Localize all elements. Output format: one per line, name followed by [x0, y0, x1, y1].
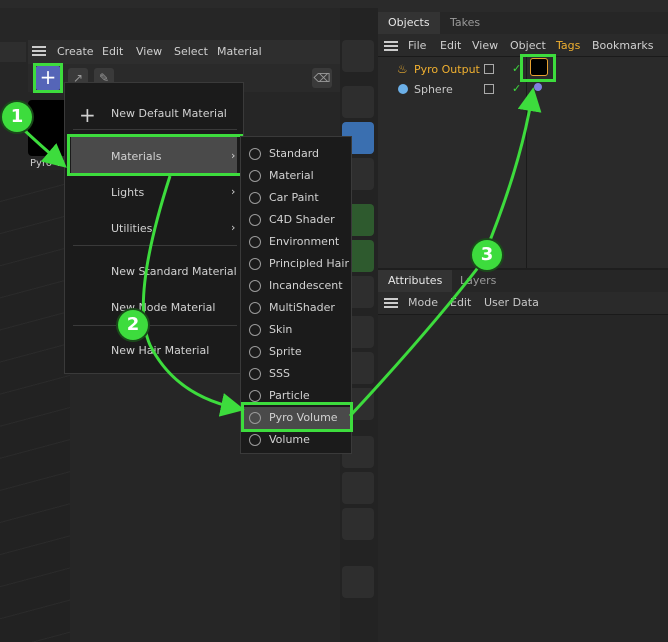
- callout-badge-2: 2: [118, 310, 148, 340]
- callout-badge-3: 3: [472, 240, 502, 270]
- callout-arrows: [20, 87, 542, 418]
- arrow-3: [348, 87, 542, 418]
- callout-badge-1: 1: [2, 102, 32, 132]
- arrow-2: [141, 175, 245, 417]
- arrow-1: [20, 126, 67, 168]
